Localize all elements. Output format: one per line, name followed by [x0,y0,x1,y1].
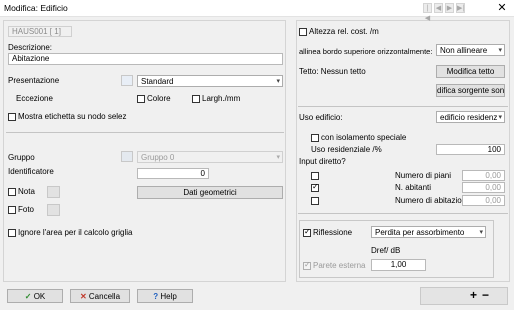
ignore-grid-label: Ignore l'area per il calcolo griglia [18,228,133,237]
align-select[interactable]: Non allineare ▾ [436,44,505,56]
remove-icon[interactable]: − [482,287,489,303]
cancel-button[interactable]: ✕ Cancella [70,289,130,303]
ignore-grid-checkbox[interactable] [8,229,16,237]
modify-roof-button[interactable]: Modifica tetto [436,65,505,78]
show-label-node-label: Mostra etichetta su nodo selez [18,112,127,121]
building-use-select-value: edificio residenz [440,113,498,122]
ok-button-label: OK [33,292,46,301]
floors-checkbox[interactable] [311,172,319,180]
photo-icon[interactable] [47,204,60,216]
width-checkbox[interactable] [192,95,200,103]
help-button[interactable]: ? Help [137,289,193,303]
building-use-label: Uso edificio: [299,113,343,122]
note-label: Nota [18,187,35,196]
align-select-value: Non allineare [440,46,488,55]
color-checkbox[interactable] [137,95,145,103]
description-input[interactable]: Abitazione [8,53,283,65]
exception-label: Eccezione [16,94,53,103]
insulation-checkbox[interactable] [311,134,319,142]
reflection-select-value: Perdita per assorbimento [375,228,465,237]
identifier-label: Identificatore [8,167,54,176]
reflection-label: Riflessione [313,228,353,237]
ok-button[interactable]: ✓ OK [7,289,63,303]
navigation-bar [420,287,508,305]
window-title: Modifica: Edificio [4,3,68,13]
chevron-down-icon: ▾ [498,114,502,121]
outer-wall-label: Parete esterna [313,261,366,270]
note-checkbox[interactable] [8,188,16,196]
modify-source-button[interactable]: difica sorgente sono [436,84,505,97]
geometric-data-button[interactable]: Dati geometrici [137,186,283,199]
nav-first-icon: |◀ [423,3,432,22]
description-label: Descrizione: [8,43,53,52]
dref-input[interactable]: 1,00 [371,259,426,271]
inhabitants-checkbox[interactable] [311,182,319,192]
floors-label: Numero di piani [395,171,452,180]
help-button-label: Help [160,292,177,301]
height-rel-checkbox[interactable] [299,28,307,36]
inhabitants-input[interactable]: 0,00 [462,182,505,193]
checkmark-icon: ✓ [24,292,32,301]
reflection-select[interactable]: Perdita per assorbimento ▾ [371,226,486,238]
divider [6,132,284,133]
outer-wall-checkbox [303,260,311,270]
identifier-input[interactable]: 0 [137,168,209,179]
show-label-node-checkbox[interactable] [8,113,16,121]
note-edit-icon[interactable] [47,186,60,198]
nav-prev-icon: ◀ [434,3,443,13]
reflection-checkbox[interactable] [303,227,311,237]
nav-last-icon: ▶| [456,3,465,13]
dwellings-label: Numero di abitazioni [395,196,468,205]
help-icon: ? [153,292,159,301]
floors-input[interactable]: 0,00 [462,170,505,181]
align-label: allinea bordo superiore orizzontalmente: [299,47,433,56]
roof-label: Tetto: Nessun tetto [299,67,366,76]
dref-label: Dref/ dB [371,246,401,255]
group-icon [121,151,133,162]
group-select: Gruppo 0 ▾ [137,151,283,163]
cancel-button-label: Cancella [88,292,121,301]
nav-next-icon: ▶ [445,3,454,13]
presentation-select[interactable]: Standard ▾ [137,75,283,87]
id-field: HAUS001 [ 1] [8,26,72,37]
insulation-label: con isolamento speciale [321,133,407,142]
chevron-down-icon: ▾ [276,154,280,161]
group-select-value: Gruppo 0 [141,153,175,162]
residential-use-label: Uso residenziale /% [311,145,382,154]
residential-use-input[interactable]: 100 [436,144,505,155]
chevron-down-icon: ▾ [479,229,483,236]
chevron-down-icon: ▾ [498,47,502,54]
cross-icon: ✕ [79,292,87,301]
photo-label: Foto [18,205,35,214]
presentation-label: Presentazione [8,76,60,85]
chevron-down-icon: ▾ [276,78,280,85]
building-use-select[interactable]: edificio residenz ▾ [436,111,505,123]
presentation-icon[interactable] [121,75,133,86]
close-icon[interactable]: ✕ [494,1,510,15]
dwellings-input[interactable]: 0,00 [462,195,505,206]
group-label: Gruppo [8,153,35,162]
photo-checkbox[interactable] [8,206,16,214]
dwellings-checkbox[interactable] [311,197,319,205]
add-icon[interactable]: + [470,287,477,303]
divider [298,213,508,214]
width-label: Largh./mm [202,94,241,103]
presentation-select-value: Standard [141,77,174,86]
inhabitants-label: N. abitanti [395,183,432,192]
color-label: Colore [147,94,171,103]
height-rel-label: Altezza rel. cost. /m [309,27,379,36]
direct-input-label: Input diretto? [299,157,346,166]
divider [298,106,508,107]
